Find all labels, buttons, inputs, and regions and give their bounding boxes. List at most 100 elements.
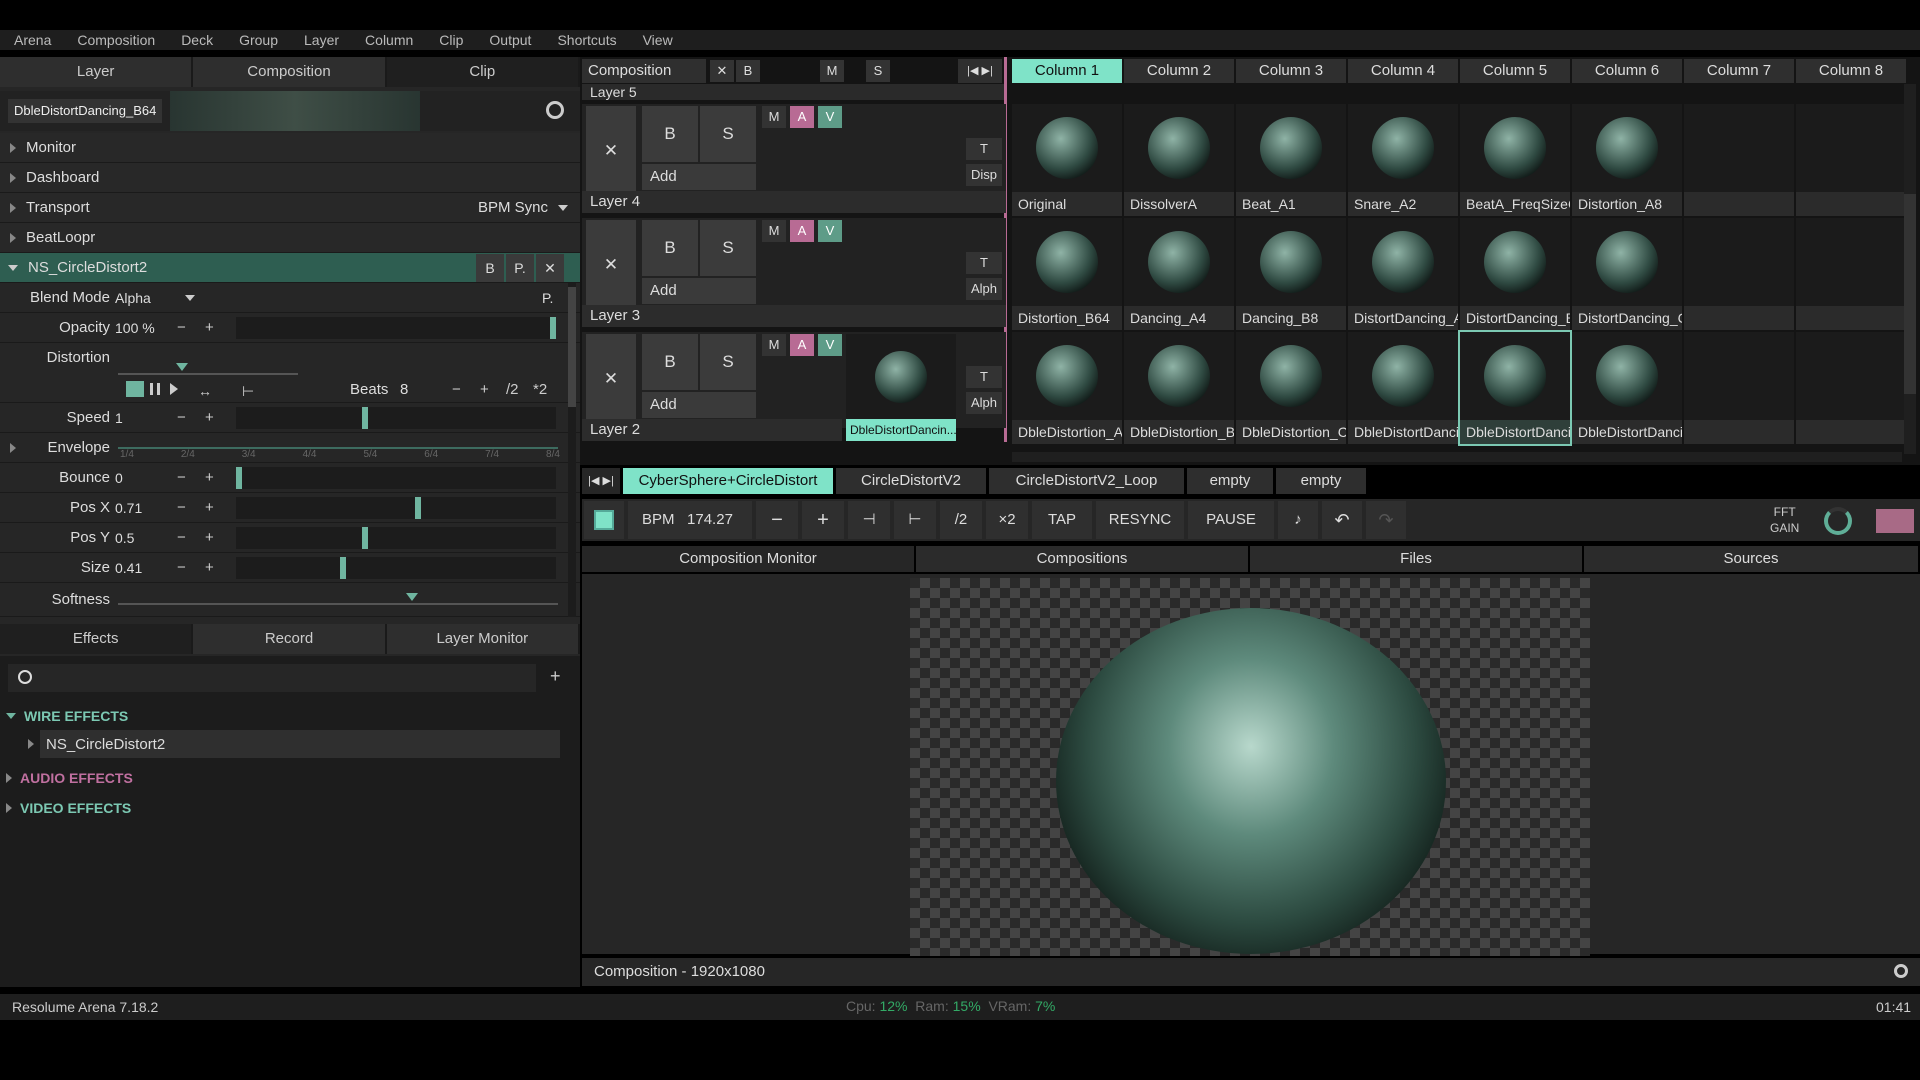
column-header-2[interactable]: Column 2	[1124, 59, 1234, 83]
tab-record[interactable]: Record	[193, 624, 387, 654]
bpm-half-button[interactable]: /2	[940, 501, 982, 539]
tab-files[interactable]: Files	[1250, 546, 1582, 572]
slider-knob[interactable]	[361, 407, 368, 429]
blend-select[interactable]: Alpha	[115, 290, 151, 306]
expand-icon[interactable]	[10, 442, 16, 453]
beats-value[interactable]: 8	[400, 381, 408, 398]
gain-knob[interactable]	[1824, 507, 1852, 535]
layer2-solo-button[interactable]: S	[700, 334, 756, 390]
effects-search-input[interactable]	[8, 664, 536, 692]
distortion-range[interactable]	[118, 373, 298, 375]
tab-composition-monitor[interactable]: Composition Monitor	[582, 546, 914, 572]
tab-compositions[interactable]: Compositions	[916, 546, 1248, 572]
section-beatloopr[interactable]: BeatLoopr	[0, 223, 580, 253]
effect-preset-button[interactable]: P.	[506, 254, 534, 282]
tab-layer-monitor[interactable]: Layer Monitor	[386, 624, 580, 654]
tap-button[interactable]: TAP	[1032, 501, 1092, 539]
layer2-add-select[interactable]: Add	[642, 392, 756, 418]
pause-button[interactable]: PAUSE	[1188, 501, 1274, 539]
bounce-slider[interactable]	[236, 467, 556, 489]
metronome-icon[interactable]: ♪	[1278, 501, 1318, 539]
param-scrollbar[interactable]	[568, 283, 576, 617]
size-minus-button[interactable]: −	[177, 559, 186, 576]
layer2-label[interactable]: Layer 2	[582, 419, 842, 441]
layer2-v-button[interactable]: V	[818, 334, 842, 356]
beats-plus-button[interactable]: +	[480, 381, 489, 398]
section-dashboard[interactable]: Dashboard	[0, 163, 580, 193]
resync-button[interactable]: RESYNC	[1096, 501, 1184, 539]
bounce-mode-icon[interactable]: ↔	[198, 383, 212, 399]
clip-cell[interactable]: Dancing_A4	[1124, 218, 1234, 330]
beats-double-button[interactable]: *2	[533, 381, 547, 398]
clip-cell[interactable]: DbleDistortDanci...	[1348, 332, 1458, 444]
layer4-transition-button[interactable]: T	[966, 138, 1002, 160]
layer4-add-select[interactable]: Add	[642, 164, 756, 190]
slider-knob[interactable]	[339, 557, 346, 579]
clip-cell[interactable]: Beat_A1	[1236, 104, 1346, 216]
clip-cell[interactable]: DistortDancing_B16	[1460, 218, 1570, 330]
chevron-down-icon[interactable]	[558, 205, 568, 211]
grid-scrollbar[interactable]	[1904, 84, 1916, 454]
add-effect-button[interactable]: +	[550, 666, 561, 687]
column-header-1[interactable]: Column 1	[1012, 59, 1122, 83]
redo-icon[interactable]: ↷	[1366, 501, 1406, 539]
clip-cell[interactable]: Distortion_A8	[1572, 104, 1682, 216]
layer4-bypass-button[interactable]: B	[642, 106, 698, 162]
tree-video-effects[interactable]: VIDEO EFFECTS	[6, 800, 131, 816]
clip-cell[interactable]: DbleDistortDanci...	[1572, 332, 1682, 444]
clip-cell[interactable]: Dancing_B8	[1236, 218, 1346, 330]
column-header-3[interactable]: Column 3	[1236, 59, 1346, 83]
marker-icon[interactable]	[406, 593, 418, 601]
clip-cell[interactable]	[1684, 104, 1794, 216]
effect-header[interactable]: NS_CircleDistort2 B P. ✕	[0, 253, 580, 283]
layer3-transition-button[interactable]: T	[966, 252, 1002, 274]
deck-nav-icon[interactable]: |◀ ▶|	[582, 468, 620, 494]
nudge-left-icon[interactable]: ⊣	[848, 501, 890, 539]
marker-icon[interactable]	[176, 363, 188, 371]
clip-cell[interactable]: Original	[1012, 104, 1122, 216]
gear-icon[interactable]	[546, 101, 564, 119]
clip-cell[interactable]: DissolverA	[1124, 104, 1234, 216]
menu-group[interactable]: Group	[239, 30, 278, 50]
speed-minus-button[interactable]: −	[177, 409, 186, 426]
clip-cell[interactable]: DbleDistortion_C32	[1236, 332, 1346, 444]
slider-knob[interactable]	[414, 497, 421, 519]
gear-icon[interactable]	[1894, 964, 1908, 978]
column-header-8[interactable]: Column 8	[1796, 59, 1906, 83]
posx-minus-button[interactable]: −	[177, 499, 186, 516]
chevron-down-icon[interactable]	[185, 295, 195, 301]
tree-item-effect[interactable]: NS_CircleDistort2	[28, 730, 560, 758]
menu-layer[interactable]: Layer	[304, 30, 339, 50]
menu-arena[interactable]: Arena	[14, 30, 51, 50]
opacity-minus-button[interactable]: −	[177, 319, 186, 336]
layer3-solo-button[interactable]: S	[700, 220, 756, 276]
play-reverse-icon[interactable]	[126, 381, 144, 397]
effect-bypass-button[interactable]: B	[476, 254, 504, 282]
opacity-slider[interactable]	[236, 317, 556, 339]
speed-slider[interactable]	[236, 407, 556, 429]
section-monitor[interactable]: Monitor	[0, 133, 580, 163]
pause-icon[interactable]	[150, 383, 160, 395]
layer4-blend-mode[interactable]: Disp	[966, 164, 1002, 186]
tree-audio-effects[interactable]: AUDIO EFFECTS	[6, 770, 133, 786]
bpm-minus-button[interactable]: −	[756, 501, 798, 539]
section-transport[interactable]: Transport BPM Sync	[0, 193, 580, 223]
layer2-bypass-button[interactable]: B	[642, 334, 698, 390]
menu-composition[interactable]: Composition	[77, 30, 155, 50]
tab-effects[interactable]: Effects	[0, 624, 194, 654]
column-header-4[interactable]: Column 4	[1348, 59, 1458, 83]
tab-layer[interactable]: Layer	[0, 57, 194, 87]
transport-mode[interactable]: BPM Sync	[478, 199, 548, 216]
comp-nav-icon[interactable]: |◀ ▶|	[958, 59, 1002, 83]
bpm-double-button[interactable]: ×2	[986, 501, 1028, 539]
layer3-blend-mode[interactable]: Alph	[966, 278, 1002, 300]
clip-cell[interactable]: DistortDancing_C...	[1572, 218, 1682, 330]
slider-knob[interactable]	[361, 527, 368, 549]
layer2-a-button[interactable]: A	[790, 334, 814, 356]
layer4-a-button[interactable]: A	[790, 106, 814, 128]
menu-clip[interactable]: Clip	[439, 30, 463, 50]
effect-remove-button[interactable]: ✕	[536, 254, 564, 282]
comp-clear-button[interactable]: ✕	[710, 60, 734, 82]
clip-cell[interactable]	[1684, 332, 1794, 444]
clip-cell[interactable]: BeatA_FreqSizeCo...	[1460, 104, 1570, 216]
